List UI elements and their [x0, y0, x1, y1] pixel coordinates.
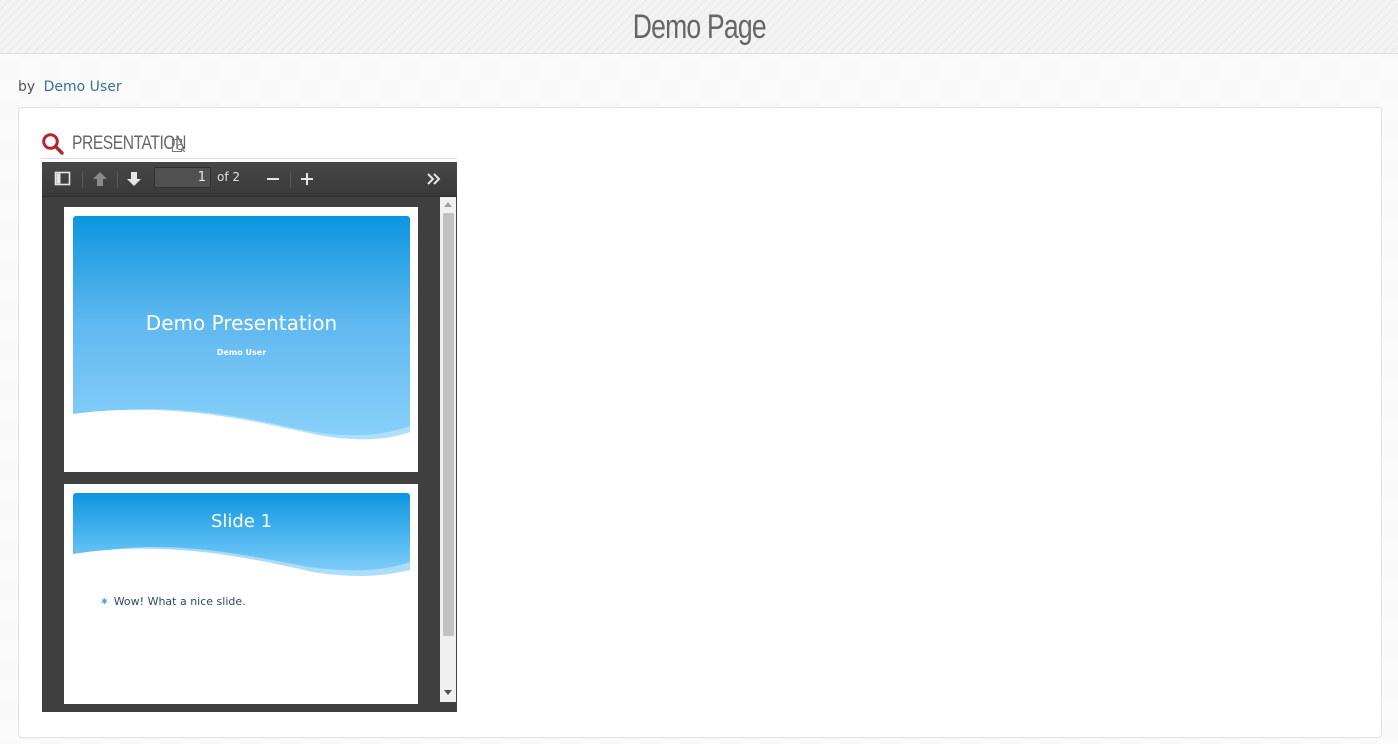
- section-title: PRESENTATION: [72, 133, 186, 154]
- scroll-down-icon[interactable]: [444, 690, 452, 695]
- search-icon: [41, 132, 65, 160]
- slide-title: Slide 1: [210, 511, 273, 532]
- slide-wave: [73, 547, 410, 583]
- page-header: Demo Page: [0, 0, 1398, 54]
- content-card: PRESENTATION 1 of 2 Demo Presentation De…: [18, 107, 1382, 738]
- section-header: PRESENTATION: [41, 130, 457, 159]
- sidebar-toggle-icon[interactable]: [54, 170, 72, 188]
- slide-subtitle: Demo User: [216, 348, 267, 357]
- plus-icon[interactable]: [298, 170, 316, 188]
- bullet-icon: ✱: [101, 597, 108, 606]
- page-count-label: of 2: [217, 170, 241, 184]
- minus-icon[interactable]: [264, 170, 282, 188]
- slide-1: Demo Presentation Demo User: [73, 216, 410, 453]
- scroll-up-icon[interactable]: [444, 202, 452, 207]
- pdf-viewer: of 2: [42, 162, 457, 712]
- slide-2: Slide 1: [73, 493, 410, 583]
- slide-wave: [73, 409, 410, 453]
- pdf-page-2: Slide 1 ✱ Wow! What a nice slide.: [64, 484, 418, 704]
- toolbar-separator: [117, 171, 118, 188]
- page-title: Demo Page: [632, 8, 766, 46]
- toolbar-separator: [82, 171, 83, 188]
- viewer-toolbar: of 2: [42, 162, 457, 197]
- preview-icon[interactable]: [172, 138, 186, 157]
- bullet-text: Wow! What a nice slide.: [113, 595, 246, 608]
- vertical-scrollbar[interactable]: [440, 197, 456, 702]
- arrow-down-icon[interactable]: [125, 170, 143, 188]
- toolbar-separator: [290, 171, 291, 188]
- arrow-up-icon[interactable]: [91, 170, 109, 188]
- viewer-content[interactable]: Demo Presentation Demo User Slide 1 ✱ Wo…: [42, 197, 457, 712]
- slide-bullet: ✱ Wow! What a nice slide.: [101, 595, 246, 608]
- author-link[interactable]: Demo User: [44, 79, 122, 95]
- pdf-page-1: Demo Presentation Demo User: [64, 207, 418, 472]
- slide-title: Demo Presentation: [145, 311, 338, 335]
- double-chevron-right-icon[interactable]: [425, 170, 443, 188]
- page-number-input[interactable]: [154, 167, 211, 188]
- byline-prefix: by: [18, 79, 36, 95]
- byline: by Demo User: [18, 79, 122, 95]
- scroll-thumb[interactable]: [443, 213, 454, 636]
